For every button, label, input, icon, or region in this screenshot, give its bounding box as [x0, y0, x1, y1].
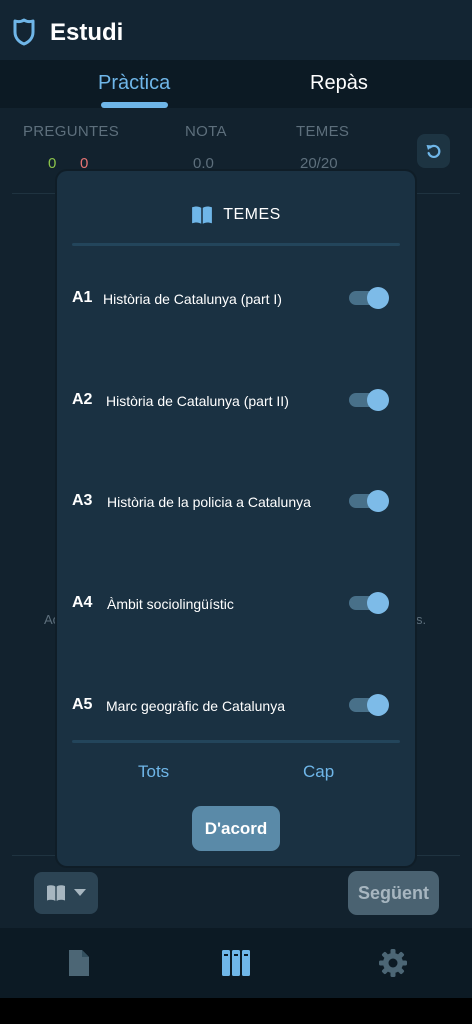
next-button[interactable]: Següent — [348, 871, 439, 915]
reset-button[interactable] — [417, 134, 450, 168]
topic-row[interactable]: A5 Marc geogràfic de Catalunya — [72, 690, 400, 720]
topic-toggle[interactable] — [349, 490, 389, 512]
dialog-divider-bottom — [72, 740, 400, 743]
book-open-icon — [192, 206, 213, 224]
shield-icon — [13, 18, 35, 46]
gear-icon — [379, 949, 407, 977]
temes-label: TEMES — [296, 123, 350, 140]
topics-dialog: TEMES A1 Història de Catalunya (part I) … — [57, 171, 415, 866]
refresh-icon — [426, 144, 440, 158]
tab-practica[interactable]: Pràctica — [98, 72, 170, 95]
tab-repas[interactable]: Repàs — [310, 72, 368, 95]
dialog-divider-top — [72, 243, 400, 246]
background-hint-right: s. — [416, 612, 427, 627]
topic-toggle[interactable] — [349, 592, 389, 614]
topic-code: A1 — [72, 289, 93, 306]
dialog-header: TEMES — [57, 201, 415, 229]
topic-row[interactable]: A4 Àmbit sociolingüístic — [72, 588, 400, 618]
temes-value: 20/20 — [300, 155, 338, 172]
app-title: Estudi — [50, 19, 124, 46]
library-icon — [222, 950, 250, 976]
confirm-button[interactable]: D'acord — [192, 806, 280, 851]
topic-row[interactable]: A3 Història de la policia a Catalunya — [72, 486, 400, 516]
select-none-button[interactable]: Cap — [303, 762, 334, 782]
topic-toggle[interactable] — [349, 694, 389, 716]
topic-label: Història de la policia a Catalunya — [107, 494, 311, 510]
topic-label: Història de Catalunya (part I) — [103, 291, 282, 307]
topic-row[interactable]: A1 Història de Catalunya (part I) — [72, 283, 400, 313]
nav-library[interactable] — [218, 946, 254, 980]
system-bar — [0, 998, 472, 1024]
bottom-navigation — [0, 928, 472, 998]
dialog-title: TEMES — [223, 206, 281, 223]
nota-label: NOTA — [185, 123, 227, 140]
topic-label: Àmbit sociolingüístic — [107, 596, 234, 612]
document-icon — [69, 950, 89, 976]
topic-code: A5 — [72, 696, 93, 713]
topic-code: A3 — [72, 492, 93, 509]
topic-toggle[interactable] — [349, 389, 389, 411]
book-open-icon — [47, 885, 65, 901]
nota-value: 0.0 — [193, 155, 214, 172]
topic-selector-dropdown[interactable] — [34, 872, 98, 914]
nav-settings[interactable] — [375, 946, 411, 980]
select-all-button[interactable]: Tots — [138, 762, 169, 782]
caret-down-icon — [74, 889, 86, 896]
topic-row[interactable]: A2 Història de Catalunya (part II) — [72, 385, 400, 415]
nav-document[interactable] — [61, 946, 97, 980]
topic-label: Història de Catalunya (part II) — [106, 393, 289, 409]
active-tab-indicator — [101, 102, 168, 108]
topic-code: A4 — [72, 594, 93, 611]
preguntes-label: PREGUNTES — [23, 123, 120, 140]
correct-count: 0 — [48, 155, 57, 172]
topic-toggle[interactable] — [349, 287, 389, 309]
topic-label: Marc geogràfic de Catalunya — [106, 698, 285, 714]
topic-code: A2 — [72, 391, 93, 408]
app-header: Estudi — [0, 0, 472, 60]
wrong-count: 0 — [80, 155, 89, 172]
tab-bar: Pràctica Repàs — [0, 60, 472, 108]
